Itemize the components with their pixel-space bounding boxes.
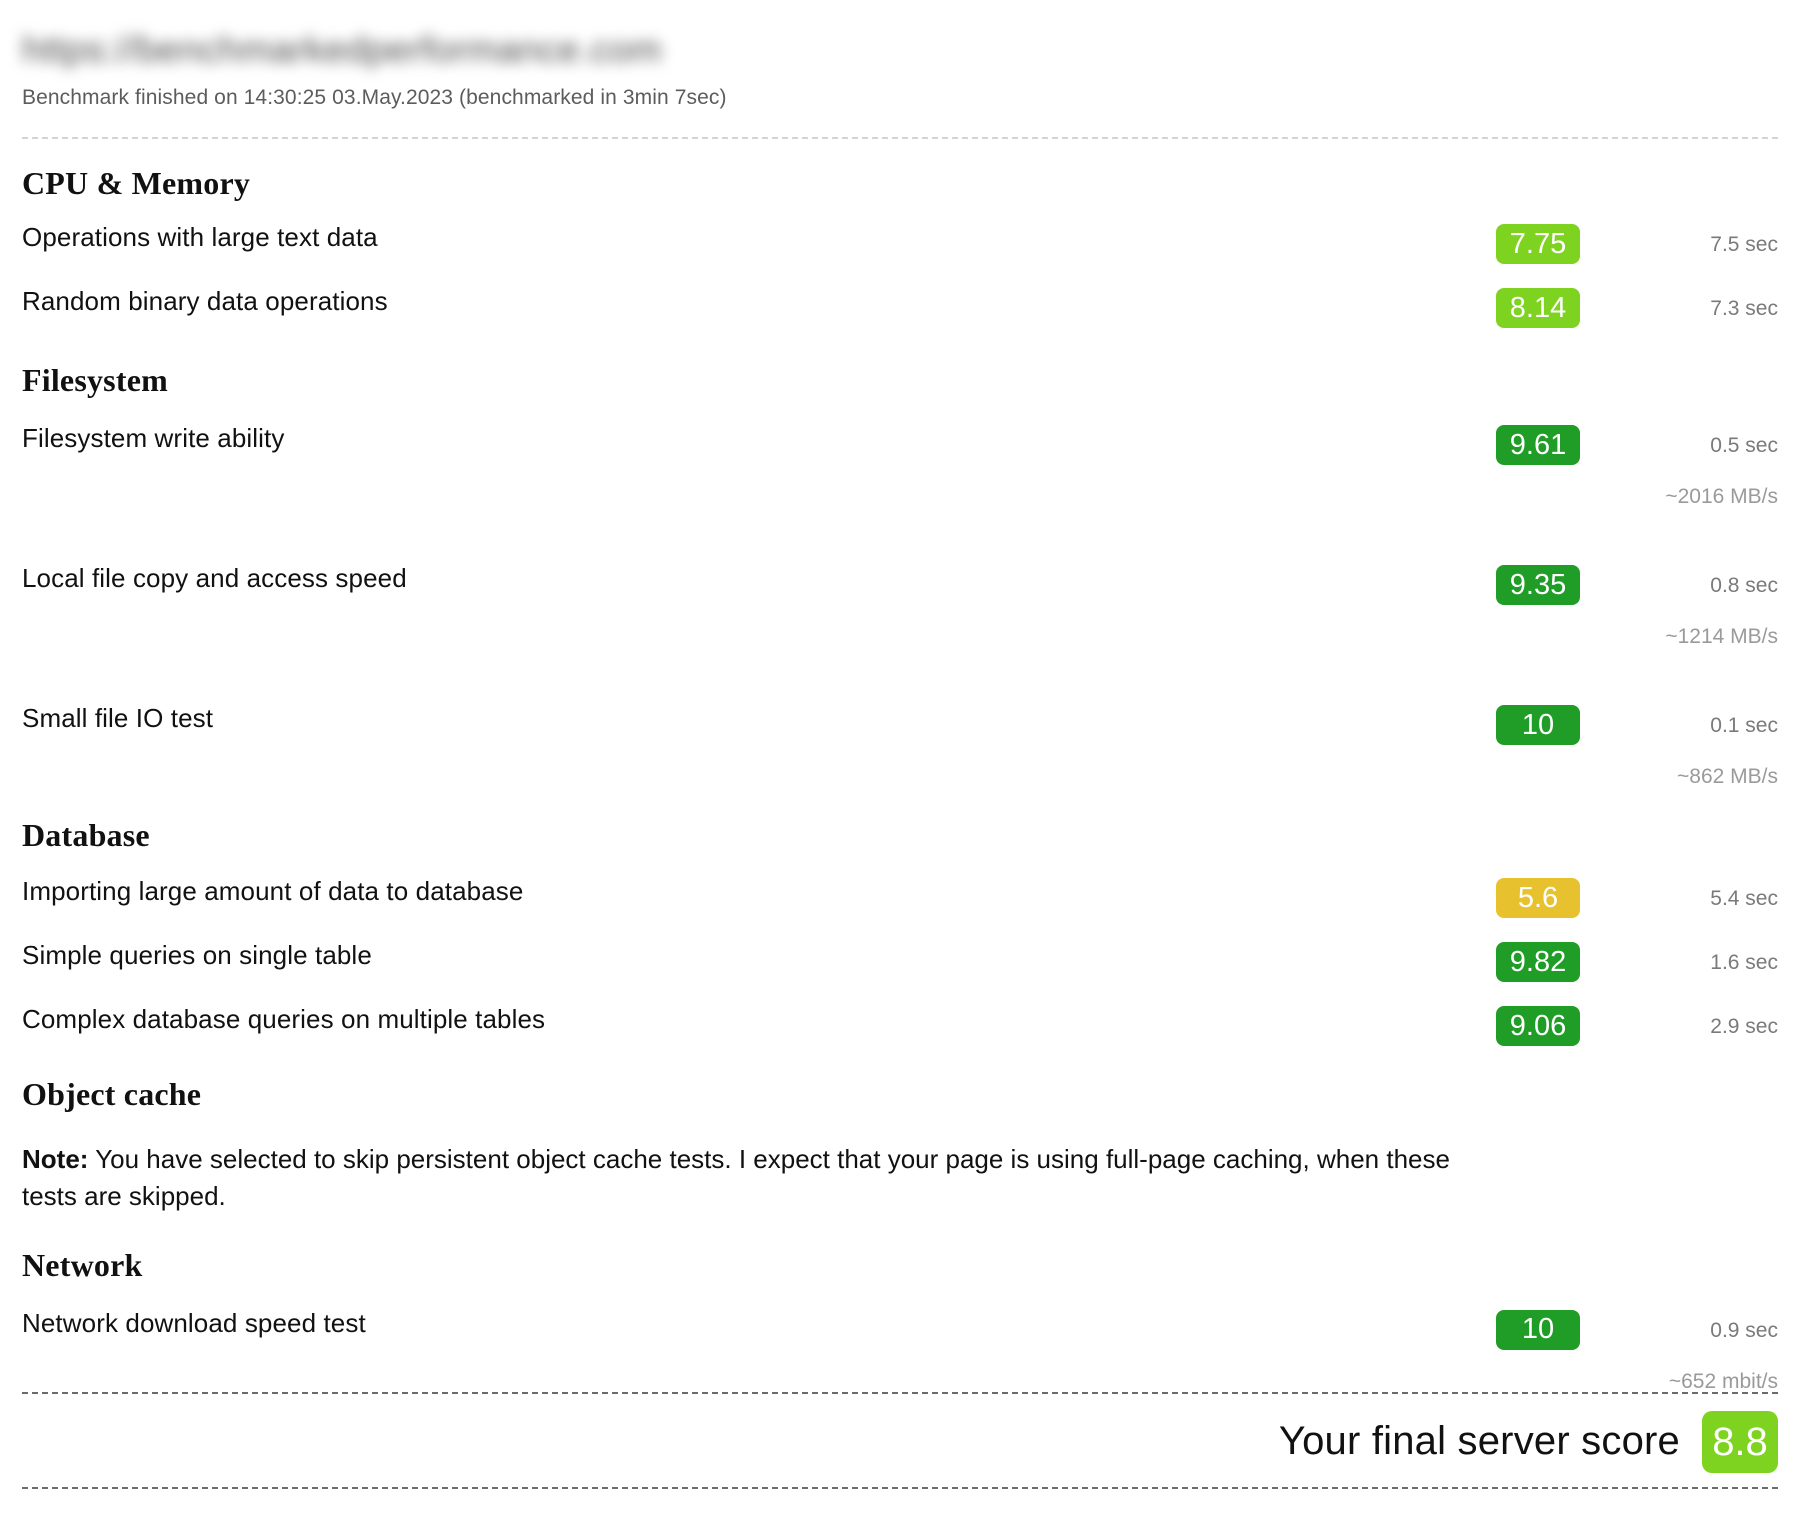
benchmark-row: Importing large amount of data to databa… bbox=[22, 878, 1778, 918]
final-score-badge: 8.8 bbox=[1702, 1410, 1778, 1473]
throughput-value: ~1214 MB/s bbox=[1665, 625, 1778, 648]
benchmark-row-metrics: 7.5 sec bbox=[1598, 224, 1778, 255]
section-title: Filesystem bbox=[22, 362, 168, 398]
section-title: Network bbox=[22, 1246, 143, 1283]
object-cache-note: Note: You have selected to skip persiste… bbox=[22, 1141, 1512, 1215]
final-divider-bottom bbox=[22, 1486, 1778, 1489]
score-badge-cell: 10 bbox=[1478, 1309, 1598, 1350]
duration-value: 0.1 sec bbox=[1710, 714, 1778, 737]
duration-value: 5.4 sec bbox=[1710, 887, 1778, 910]
score-badge-cell: 10 bbox=[1478, 705, 1598, 745]
note-label: Note: bbox=[22, 1144, 89, 1174]
benchmark-row-label: Filesystem write ability bbox=[22, 423, 285, 453]
section-title: Object cache bbox=[22, 1076, 202, 1112]
score-badge: 7.75 bbox=[1496, 224, 1580, 264]
score-badge: 9.61 bbox=[1496, 425, 1580, 465]
benchmark-row-label: Complex database queries on multiple tab… bbox=[22, 1004, 546, 1034]
benchmark-row: Network download speed test 10 0.9 sec ~652… bbox=[22, 1307, 1778, 1392]
benchmark-row: Simple queries on single table 9.82 1.6 se… bbox=[22, 942, 1778, 982]
duration-value: 0.5 sec bbox=[1710, 434, 1778, 457]
throughput-value: ~2016 MB/s bbox=[1665, 485, 1778, 508]
benchmark-row: Small file IO test 10 0.1 sec ~862 MB/s bbox=[22, 705, 1778, 787]
score-badge-cell: 5.6 bbox=[1478, 878, 1598, 918]
final-score-row: Your final server score 8.8 bbox=[22, 1394, 1778, 1487]
score-badge: 9.35 bbox=[1496, 565, 1580, 605]
score-badge: 5.6 bbox=[1496, 878, 1580, 918]
duration-value: 7.5 sec bbox=[1710, 233, 1778, 256]
benchmark-row-label: Operations with large text data bbox=[22, 222, 378, 252]
score-badge-cell: 8.14 bbox=[1478, 288, 1598, 328]
note-text: You have selected to skip persistent obj… bbox=[22, 1144, 1450, 1211]
score-badge-cell: 7.75 bbox=[1478, 224, 1598, 264]
benchmark-row-metrics: 5.4 sec bbox=[1598, 878, 1778, 909]
score-badge-cell: 9.82 bbox=[1478, 942, 1598, 982]
section: Object cache Note: You have selected to s… bbox=[22, 1076, 1778, 1215]
duration-value: 1.6 sec bbox=[1710, 951, 1778, 974]
score-badge: 10 bbox=[1496, 705, 1580, 745]
benchmark-row-label: Simple queries on single table bbox=[22, 940, 372, 970]
score-badge-cell: 9.61 bbox=[1478, 425, 1598, 465]
benchmark-row-metrics: 1.6 sec bbox=[1598, 942, 1778, 973]
score-badge-cell: 9.35 bbox=[1478, 565, 1598, 605]
section: Filesystem Filesystem write ability 9.61 0.… bbox=[22, 362, 1778, 787]
benchmark-row: Local file copy and access speed 9.35 0.8 … bbox=[22, 565, 1778, 647]
duration-value: 0.9 sec bbox=[1710, 1318, 1778, 1342]
benchmark-row-metrics: 7.3 sec bbox=[1598, 288, 1778, 319]
benchmark-row-metrics: 0.8 sec ~1214 MB/s bbox=[1598, 565, 1778, 647]
benchmark-row: Filesystem write ability 9.61 0.5 sec ~2016… bbox=[22, 425, 1778, 507]
duration-value: 0.8 sec bbox=[1710, 574, 1778, 597]
benchmark-row-label: Small file IO test bbox=[22, 703, 214, 733]
section: Network Network download speed test 10 0.9 … bbox=[22, 1247, 1778, 1392]
benchmark-row-label: Network download speed test bbox=[22, 1307, 366, 1338]
benchmark-finished-meta: Benchmark finished on 14:30:25 03.May.20… bbox=[22, 86, 727, 109]
duration-value: 7.3 sec bbox=[1710, 297, 1778, 320]
benchmark-row-metrics: 0.5 sec ~2016 MB/s bbox=[1598, 425, 1778, 507]
duration-value: 2.9 sec bbox=[1710, 1015, 1778, 1038]
header-divider bbox=[22, 137, 1778, 139]
score-badge: 8.14 bbox=[1496, 288, 1580, 328]
benchmark-row-metrics: 0.1 sec ~862 MB/s bbox=[1598, 705, 1778, 787]
benchmark-row: Random binary data operations 8.14 7.3 sec bbox=[22, 288, 1778, 328]
benchmark-row-metrics: 2.9 sec bbox=[1598, 1006, 1778, 1037]
score-badge-cell: 9.06 bbox=[1478, 1006, 1598, 1046]
benchmark-row-label: Importing large amount of data to databa… bbox=[22, 876, 524, 906]
score-badge: 10 bbox=[1496, 1309, 1580, 1350]
section-title: Database bbox=[22, 817, 150, 853]
benchmark-row-label: Local file copy and access speed bbox=[22, 563, 407, 593]
sections-container: CPU & Memory Operations with large text d… bbox=[22, 165, 1778, 1392]
throughput-value: ~652 mbit/s bbox=[1668, 1369, 1778, 1393]
benchmark-report-page: https://benchmarkedperformance.com Bench… bbox=[0, 0, 1800, 1534]
final-score-label: Your final server score bbox=[1278, 1419, 1680, 1464]
benchmark-url-redacted: https://benchmarkedperformance.com bbox=[22, 29, 663, 70]
section: Database Importing large amount of data t… bbox=[22, 817, 1778, 1046]
benchmark-url-row: https://benchmarkedperformance.com bbox=[22, 0, 1778, 76]
benchmark-row-label: Random binary data operations bbox=[22, 286, 388, 316]
score-badge: 9.82 bbox=[1496, 942, 1580, 982]
throughput-value: ~862 MB/s bbox=[1677, 765, 1778, 788]
score-badge: 9.06 bbox=[1496, 1006, 1580, 1046]
benchmark-row: Operations with large text data 7.75 7.5 s… bbox=[22, 224, 1778, 264]
section: CPU & Memory Operations with large text d… bbox=[22, 165, 1778, 328]
benchmark-row: Complex database queries on multiple tab… bbox=[22, 1006, 1778, 1046]
benchmark-row-metrics: 0.9 sec ~652 mbit/s bbox=[1598, 1310, 1778, 1392]
section-title: CPU & Memory bbox=[22, 165, 251, 201]
